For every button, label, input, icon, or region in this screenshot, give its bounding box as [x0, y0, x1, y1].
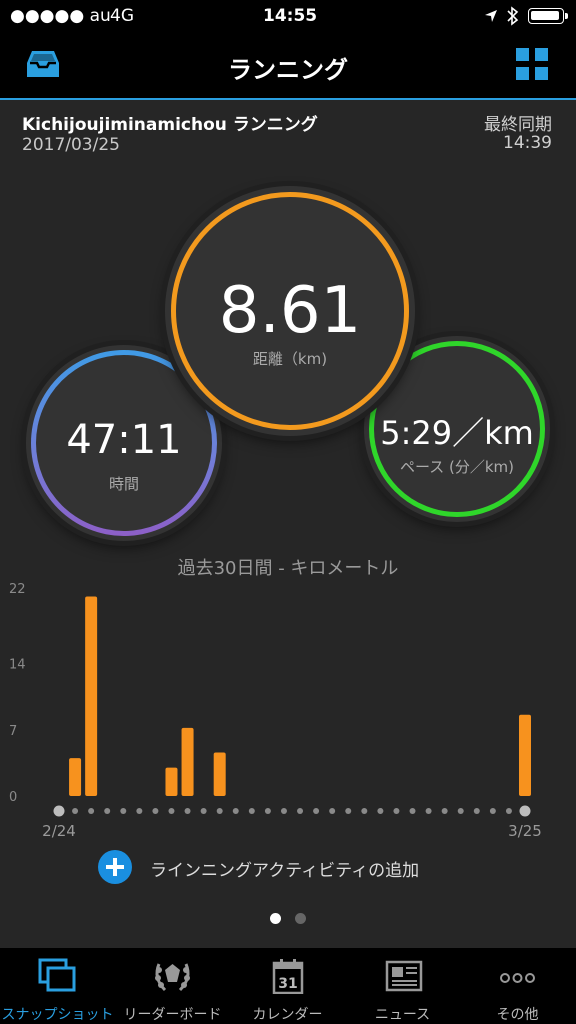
- y-tick-label: 14: [9, 658, 26, 673]
- distance-label: 距離（km): [252, 350, 328, 368]
- pace-value: 5:29／km: [380, 414, 534, 452]
- x-axis-dot: [441, 808, 448, 814]
- tab-leaderboard[interactable]: リーダーボード: [115, 948, 230, 1024]
- bluetooth-icon: [507, 6, 519, 26]
- tab-more[interactable]: その他: [460, 948, 575, 1024]
- tab-bar: スナップショット リーダーボード 31 カレンダー ニュース その他: [0, 948, 576, 1024]
- bar: [213, 752, 226, 796]
- y-tick-label: 7: [9, 724, 17, 739]
- carrier-label: ●●●●● au: [10, 6, 111, 26]
- x-axis-dot: [377, 808, 384, 814]
- x-axis-dot: [409, 808, 416, 814]
- bar: [85, 596, 98, 796]
- last-sync-label: 最終同期: [484, 115, 552, 135]
- tab-label: その他: [496, 1007, 539, 1023]
- add-icon[interactable]: [98, 850, 132, 884]
- x-axis-dot: [136, 808, 143, 814]
- tab-label: カレンダー: [252, 1007, 323, 1023]
- x-axis-dot: [393, 808, 400, 814]
- x-tick-label: 3/25: [508, 822, 542, 840]
- x-axis-dot: [152, 808, 159, 814]
- add-activity-label[interactable]: ラインニングアクティビティの追加: [150, 856, 419, 881]
- distance-value: 8.61: [218, 274, 362, 348]
- y-tick-label: 0: [9, 790, 17, 805]
- x-axis-dot: [280, 808, 287, 814]
- x-axis-dot: [216, 808, 223, 814]
- x-axis-dot: [457, 808, 464, 814]
- battery-icon: [528, 8, 568, 24]
- last-sync-time: 14:39: [503, 133, 552, 153]
- x-axis-dot: [473, 808, 480, 814]
- page-title: ランニング: [228, 56, 348, 84]
- network-label: 4G: [110, 6, 134, 26]
- x-axis-dot: [104, 808, 111, 814]
- distance-bar-chart: 22 14 7 0 2/24 3/25: [9, 582, 542, 840]
- x-axis-dot: [232, 808, 239, 814]
- x-axis-dot: [425, 808, 432, 814]
- time-value: 47:11: [66, 417, 182, 463]
- x-axis-dot: [120, 808, 127, 814]
- snapshot-icon: [38, 958, 76, 992]
- page-indicator-dot-active[interactable]: [270, 913, 281, 924]
- x-axis-dot: [519, 805, 531, 817]
- x-axis-dot: [88, 808, 95, 814]
- tab-label: スナップショット: [1, 1007, 114, 1023]
- grid-icon[interactable]: [516, 48, 548, 80]
- x-axis-dot: [329, 808, 336, 814]
- activity-date: 2017/03/25: [22, 135, 120, 155]
- newspaper-icon: [385, 960, 423, 992]
- pace-label: ペース (分／km): [399, 458, 515, 476]
- location-arrow-icon: [485, 10, 497, 22]
- distance-stat-ring[interactable]: 8.61 距離（km): [165, 186, 415, 436]
- more-icon: [500, 973, 535, 983]
- x-axis-dot: [345, 808, 352, 814]
- bar: [519, 714, 531, 796]
- x-axis-dot: [313, 808, 320, 814]
- x-tick-label: 2/24: [42, 822, 76, 840]
- calendar-icon: 31: [272, 959, 304, 994]
- y-tick-label: 22: [9, 582, 26, 597]
- tab-news[interactable]: ニュース: [345, 948, 460, 1024]
- x-axis-dot: [168, 808, 175, 814]
- tab-label: ニュース: [374, 1007, 431, 1023]
- clock-label: 14:55: [263, 6, 318, 26]
- x-axis-dot: [264, 808, 271, 814]
- nav-bar: ランニング: [0, 34, 576, 100]
- x-axis-dot: [53, 805, 65, 817]
- tab-label: リーダーボード: [123, 1007, 222, 1023]
- bar: [181, 727, 194, 796]
- x-axis-dot: [72, 808, 79, 814]
- tab-calendar[interactable]: 31 カレンダー: [230, 948, 345, 1024]
- activity-name: Kichijoujiminamichou ランニング: [22, 115, 318, 135]
- tab-snapshot[interactable]: スナップショット: [0, 948, 115, 1024]
- x-axis-dot: [505, 808, 512, 814]
- page-indicator-dot[interactable]: [295, 913, 306, 924]
- x-axis-dot: [361, 808, 368, 814]
- calendar-day: 31: [278, 976, 297, 992]
- x-axis-dot: [297, 808, 304, 814]
- bar: [165, 767, 178, 796]
- x-axis-dot: [248, 808, 255, 814]
- status-bar: ●●●●● au 4G 14:55: [0, 0, 576, 34]
- time-label: 時間: [108, 475, 139, 493]
- bar: [69, 758, 82, 796]
- x-axis-dot: [489, 808, 496, 814]
- laurel-icon: [155, 963, 190, 992]
- x-axis-dot: [184, 808, 191, 814]
- x-axis-dot: [200, 808, 207, 814]
